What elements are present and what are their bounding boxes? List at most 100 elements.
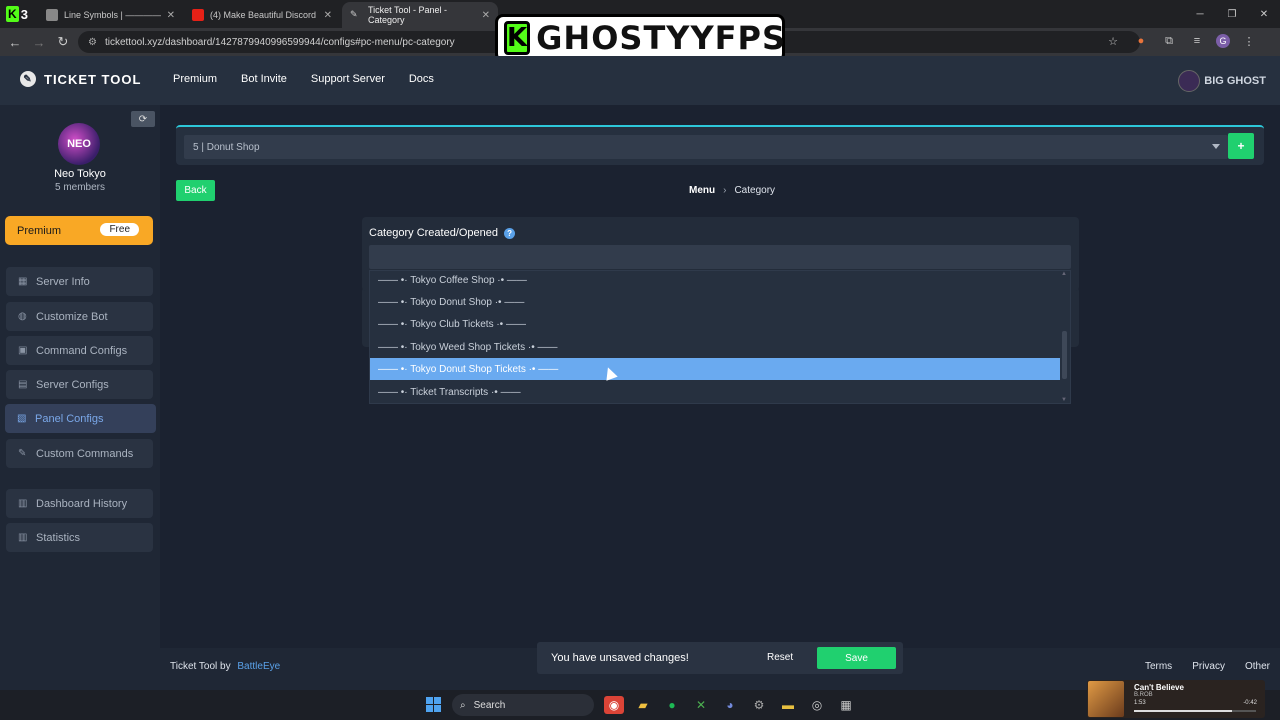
dropdown-option-selected[interactable]: —— •· Tokyo Donut Shop Tickets ·• —— — [370, 358, 1060, 380]
scroll-up-icon[interactable]: ▲ — [1061, 271, 1067, 277]
app-icon[interactable]: ▬ — [778, 696, 798, 714]
sidebar-item-server-info[interactable]: ▦ Server Info — [6, 267, 153, 296]
settings-gear-icon[interactable]: ⚙ — [749, 696, 769, 714]
kick-tab-badge[interactable]: K 3 — [6, 4, 28, 24]
kick-icon: K — [6, 6, 19, 22]
bookmark-star-icon[interactable]: ☆ — [1104, 32, 1122, 50]
track-artist: B.ROB — [1134, 692, 1153, 698]
user-menu[interactable]: BIG GHOST — [1178, 70, 1266, 92]
grid-icon: ▦ — [18, 275, 28, 287]
profile-avatar[interactable]: G — [1216, 34, 1230, 48]
privacy-link[interactable]: Privacy — [1192, 661, 1225, 672]
back-button[interactable]: Back — [176, 180, 215, 201]
reset-button[interactable]: Reset — [767, 652, 793, 663]
server-name: Neo Tokyo — [54, 168, 106, 180]
close-icon[interactable]: ✕ — [324, 10, 332, 21]
other-link[interactable]: Other — [1245, 661, 1270, 672]
panel-select[interactable]: 5 | Donut Shop — [184, 135, 1228, 159]
sidebar-item-dashboard-history[interactable]: ▥ Dashboard History — [6, 489, 153, 518]
battleeye-link[interactable]: BattleEye — [237, 661, 280, 672]
media-player-widget[interactable]: Can't Believe B.ROB 1:53 -0:42 — [1087, 680, 1265, 718]
premium-label: Premium — [17, 224, 62, 237]
dropdown-scrollbar[interactable]: ▲ ▼ — [1061, 271, 1068, 403]
add-panel-button[interactable]: + — [1228, 133, 1254, 159]
panel-select-card: 5 | Donut Shop — [176, 125, 1264, 165]
window-controls: ─ ❐ ✕ — [1184, 0, 1280, 28]
spotify-icon[interactable]: ● — [662, 696, 682, 714]
sidebar: ⟳ NEO Neo Tokyo 5 members Premium Free ▦… — [0, 105, 160, 690]
nav-premium[interactable]: Premium — [173, 73, 217, 85]
url-text: tickettool.xyz/dashboard/142787994099659… — [104, 36, 455, 48]
server-icon: NEO — [58, 123, 100, 165]
scrollbar-thumb[interactable] — [1062, 331, 1067, 379]
palette-icon: ◍ — [18, 310, 27, 322]
help-icon[interactable]: ? — [504, 227, 516, 239]
reading-list-icon[interactable]: ≡ — [1188, 32, 1206, 50]
taskbar-search[interactable]: ⌕ Search — [452, 694, 594, 716]
extensions-puzzle-icon[interactable]: ⧉ — [1160, 32, 1178, 50]
store-icon[interactable]: ▦ — [836, 696, 856, 714]
terms-link[interactable]: Terms — [1145, 661, 1172, 672]
premium-button[interactable]: Premium Free — [5, 216, 153, 245]
dropdown-option[interactable]: —— •· Tokyo Club Tickets ·• —— — [370, 313, 1060, 335]
nav-bot-invite[interactable]: Bot Invite — [241, 73, 287, 85]
panel-icon: ▧ — [17, 412, 27, 424]
minimize-icon[interactable]: ─ — [1184, 0, 1216, 28]
site-info-icon[interactable]: ⚙ — [88, 37, 97, 48]
category-dropdown-list: —— •· Tokyo Coffee Shop ·• —— —— •· Toky… — [369, 270, 1071, 404]
steam-icon[interactable]: ◎ — [807, 696, 827, 714]
nav-support-server[interactable]: Support Server — [311, 73, 385, 85]
tab-line-symbols[interactable]: Line Symbols | ————————— ✕ — [38, 2, 183, 28]
streamer-overlay-logo: K GHOSTYYFPS — [495, 14, 785, 62]
elapsed-time: 1:53 — [1134, 700, 1146, 706]
xbox-icon[interactable]: ✕ — [691, 696, 711, 714]
close-window-icon[interactable]: ✕ — [1248, 0, 1280, 28]
youtube-icon — [192, 9, 204, 21]
scroll-down-icon[interactable]: ▼ — [1061, 397, 1067, 403]
close-icon[interactable]: ✕ — [167, 10, 175, 21]
brand-logo[interactable]: ✎ TICKET TOOL — [20, 71, 141, 87]
avatar — [1178, 70, 1201, 92]
chart-icon: ▥ — [18, 531, 28, 543]
main-content: 5 | Donut Shop + Back Menu › Category Ca… — [160, 105, 1280, 690]
nav-docs[interactable]: Docs — [409, 73, 434, 85]
sidebar-item-command-configs[interactable]: ▣ Command Configs — [6, 336, 153, 365]
breadcrumb: Menu › Category — [689, 185, 775, 196]
dropdown-option[interactable]: —— •· Tokyo Donut Shop ·• —— — [370, 291, 1060, 313]
tab-label: (4) Make Beautiful Discord Emb — [210, 10, 318, 20]
sidebar-item-customize-bot[interactable]: ◍ Customize Bot — [6, 302, 153, 331]
dropdown-option[interactable]: —— •· Tokyo Coffee Shop ·• —— — [370, 269, 1060, 291]
windows-start-icon[interactable] — [426, 697, 441, 712]
refresh-button[interactable]: ⟳ — [131, 111, 155, 127]
save-button[interactable]: Save — [817, 647, 896, 669]
extension-icon[interactable]: ● — [1132, 32, 1150, 50]
forward-arrow-icon[interactable]: → — [27, 30, 51, 54]
sidebar-item-panel-configs[interactable]: ▧ Panel Configs — [5, 404, 156, 433]
sidebar-item-statistics[interactable]: ▥ Statistics — [6, 523, 153, 552]
ticket-tool-logo-icon: ✎ — [20, 71, 36, 87]
reload-icon[interactable]: ↻ — [51, 30, 75, 54]
dropdown-option[interactable]: —— •· Tokyo Weed Shop Tickets ·• —— — [370, 336, 1060, 358]
close-icon[interactable]: ✕ — [482, 10, 490, 21]
track-progress[interactable] — [1134, 710, 1256, 712]
file-explorer-icon[interactable]: ▰ — [633, 696, 653, 714]
terminal-icon: ▣ — [18, 344, 28, 356]
breadcrumb-category: Category — [734, 185, 776, 196]
chevron-down-icon — [1212, 144, 1220, 149]
dropdown-option[interactable]: —— •· Ticket Transcripts ·• —— — [370, 381, 1060, 403]
back-arrow-icon[interactable]: ← — [3, 30, 27, 54]
sidebar-item-label: Custom Commands — [36, 447, 134, 460]
tab-youtube[interactable]: (4) Make Beautiful Discord Emb ✕ — [184, 2, 340, 28]
sidebar-item-server-configs[interactable]: ▤ Server Configs — [6, 370, 153, 399]
maximize-icon[interactable]: ❐ — [1216, 0, 1248, 28]
category-select[interactable] — [369, 245, 1071, 269]
unsaved-message: You have unsaved changes! — [551, 652, 689, 664]
sidebar-item-custom-commands[interactable]: ✎ Custom Commands — [6, 439, 153, 468]
discord-icon[interactable]: ◕ — [720, 696, 740, 714]
breadcrumb-menu[interactable]: Menu — [689, 185, 715, 196]
chrome-icon[interactable]: ◉ — [604, 696, 624, 714]
menu-kebab-icon[interactable]: ⋮ — [1240, 32, 1258, 50]
search-label: Search — [473, 699, 506, 711]
tickettool-icon: ✎ — [350, 9, 358, 19]
tab-ticket-tool[interactable]: ✎ Ticket Tool - Panel - Category ✕ — [342, 2, 498, 28]
